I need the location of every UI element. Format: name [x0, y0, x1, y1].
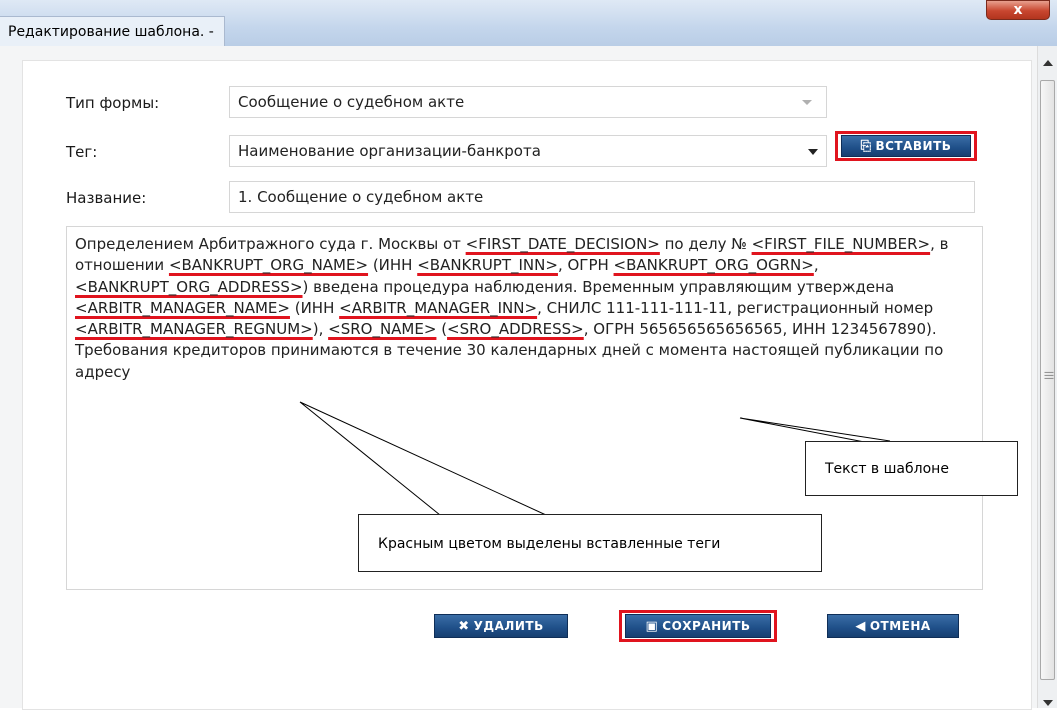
- callout-tags-label: Красным цветом выделены вставленные теги: [378, 536, 721, 552]
- callout-template-text-label: Текст в шаблоне: [825, 461, 949, 477]
- callout-lines: [299, 401, 891, 516]
- callout-template-text: Текст в шаблоне: [805, 441, 1018, 496]
- callout-pointer-tags: [299, 401, 547, 516]
- callout-tags: Красным цветом выделены вставленные теги: [358, 514, 822, 572]
